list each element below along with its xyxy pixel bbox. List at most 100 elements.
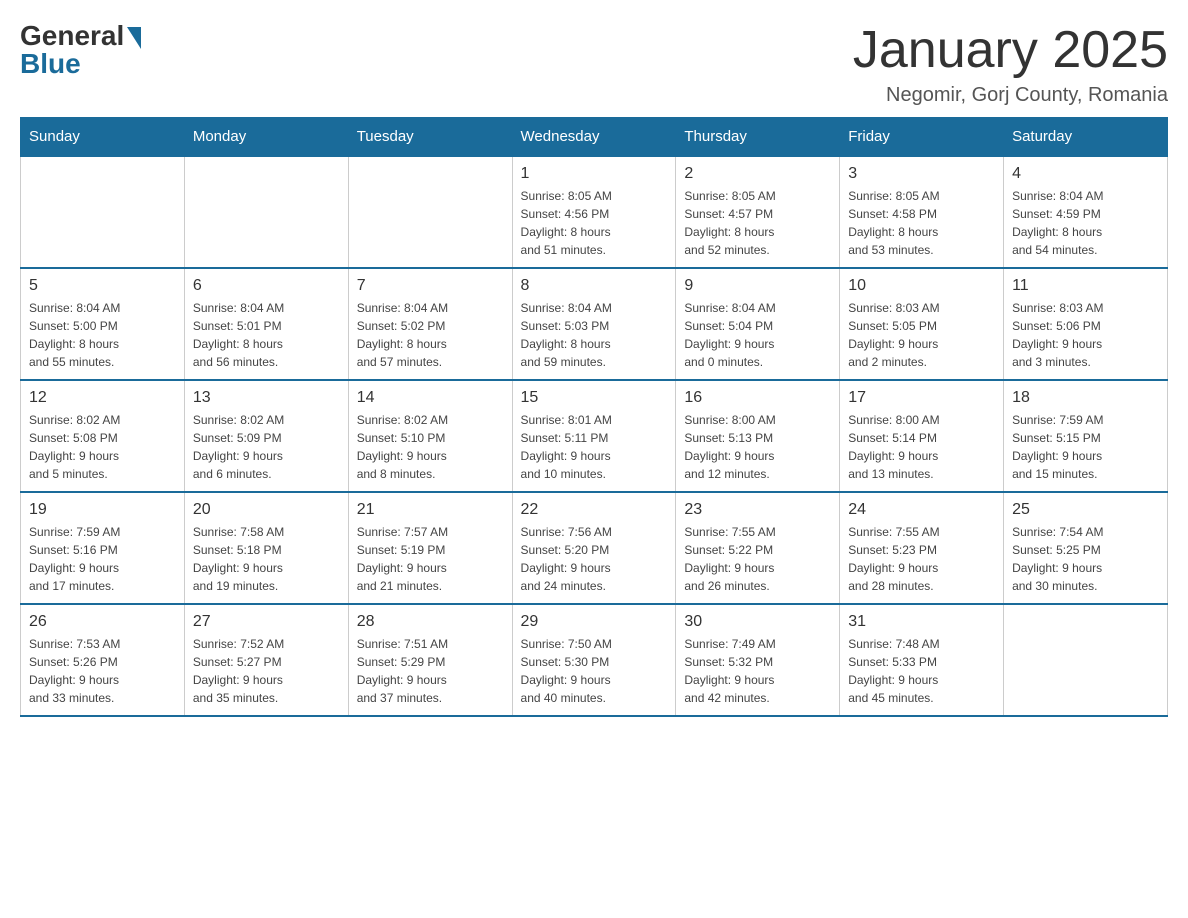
calendar-day-cell: 18Sunrise: 7:59 AMSunset: 5:15 PMDayligh… xyxy=(1004,380,1168,492)
day-info: Sunrise: 8:03 AMSunset: 5:06 PMDaylight:… xyxy=(1012,299,1159,371)
calendar-day-cell: 26 Sunrise: 7:53 AMSunset: 5:26 PMDayligh… xyxy=(21,604,185,716)
calendar-day-cell: 28 Sunrise: 7:51 AMSunset: 5:29 PMDayligh… xyxy=(348,604,512,716)
day-number: 14 xyxy=(357,389,504,407)
calendar-day-cell: 25 Sunrise: 7:54 AMSunset: 5:25 PMDayligh… xyxy=(1004,492,1168,604)
calendar-day-cell: 5 Sunrise: 8:04 AMSunset: 5:00 PMDaylight… xyxy=(21,268,185,380)
calendar-table: SundayMondayTuesdayWednesdayThursdayFrid… xyxy=(20,117,1168,717)
day-number: 17 xyxy=(848,389,995,407)
calendar-week-row: 26 Sunrise: 7:53 AMSunset: 5:26 PMDayligh… xyxy=(21,604,1168,716)
calendar-day-cell: 21 Sunrise: 7:57 AMSunset: 5:19 PMDayligh… xyxy=(348,492,512,604)
title-area: January 2025 Negomir, Gorj County, Roman… xyxy=(853,20,1168,107)
calendar-day-cell: 12 Sunrise: 8:02 AMSunset: 5:08 PMDayligh… xyxy=(21,380,185,492)
location: Negomir, Gorj County, Romania xyxy=(853,84,1168,107)
day-info: Sunrise: 8:01 AMSunset: 5:11 PMDaylight:… xyxy=(521,411,668,483)
day-info: Sunrise: 8:04 AMSunset: 5:00 PMDaylight:… xyxy=(29,299,176,371)
day-number: 9 xyxy=(684,277,831,295)
day-number: 12 xyxy=(29,389,176,407)
calendar-week-row: 1Sunrise: 8:05 AMSunset: 4:56 PMDaylight… xyxy=(21,156,1168,268)
day-number: 21 xyxy=(357,501,504,519)
weekday-header-thursday: Thursday xyxy=(676,118,840,157)
day-number: 15 xyxy=(521,389,668,407)
calendar-day-cell: 29Sunrise: 7:50 AMSunset: 5:30 PMDayligh… xyxy=(512,604,676,716)
weekday-header-monday: Monday xyxy=(184,118,348,157)
day-info: Sunrise: 8:02 AMSunset: 5:09 PMDaylight:… xyxy=(193,411,340,483)
day-number: 6 xyxy=(193,277,340,295)
calendar-day-cell: 9Sunrise: 8:04 AMSunset: 5:04 PMDaylight… xyxy=(676,268,840,380)
day-info: Sunrise: 7:54 AMSunset: 5:25 PMDaylight:… xyxy=(1012,523,1159,595)
day-info: Sunrise: 8:00 AMSunset: 5:13 PMDaylight:… xyxy=(684,411,831,483)
calendar-day-cell: 10 Sunrise: 8:03 AMSunset: 5:05 PMDayligh… xyxy=(840,268,1004,380)
day-info: Sunrise: 8:02 AMSunset: 5:10 PMDaylight:… xyxy=(357,411,504,483)
calendar-day-cell: 24 Sunrise: 7:55 AMSunset: 5:23 PMDayligh… xyxy=(840,492,1004,604)
day-number: 25 xyxy=(1012,501,1159,519)
day-number: 10 xyxy=(848,277,995,295)
calendar-day-cell: 30Sunrise: 7:49 AMSunset: 5:32 PMDayligh… xyxy=(676,604,840,716)
day-info: Sunrise: 8:02 AMSunset: 5:08 PMDaylight:… xyxy=(29,411,176,483)
calendar-day-cell: 4 Sunrise: 8:04 AMSunset: 4:59 PMDaylight… xyxy=(1004,156,1168,268)
day-info: Sunrise: 7:55 AMSunset: 5:22 PMDaylight:… xyxy=(684,523,831,595)
day-number: 11 xyxy=(1012,277,1159,295)
calendar-week-row: 12 Sunrise: 8:02 AMSunset: 5:08 PMDayligh… xyxy=(21,380,1168,492)
weekday-header-wednesday: Wednesday xyxy=(512,118,676,157)
day-info: Sunrise: 8:04 AMSunset: 4:59 PMDaylight:… xyxy=(1012,187,1159,259)
day-number: 31 xyxy=(848,613,995,631)
weekday-header-saturday: Saturday xyxy=(1004,118,1168,157)
calendar-day-cell: 27 Sunrise: 7:52 AMSunset: 5:27 PMDayligh… xyxy=(184,604,348,716)
day-info: Sunrise: 7:53 AMSunset: 5:26 PMDaylight:… xyxy=(29,635,176,707)
calendar-week-row: 19Sunrise: 7:59 AMSunset: 5:16 PMDayligh… xyxy=(21,492,1168,604)
calendar-day-cell: 31Sunrise: 7:48 AMSunset: 5:33 PMDayligh… xyxy=(840,604,1004,716)
day-number: 5 xyxy=(29,277,176,295)
day-info: Sunrise: 7:59 AMSunset: 5:16 PMDaylight:… xyxy=(29,523,176,595)
day-info: Sunrise: 8:03 AMSunset: 5:05 PMDaylight:… xyxy=(848,299,995,371)
day-info: Sunrise: 8:05 AMSunset: 4:57 PMDaylight:… xyxy=(684,187,831,259)
calendar-day-cell xyxy=(184,156,348,268)
calendar-day-cell xyxy=(1004,604,1168,716)
weekday-header-sunday: Sunday xyxy=(21,118,185,157)
day-number: 28 xyxy=(357,613,504,631)
calendar-day-cell: 13 Sunrise: 8:02 AMSunset: 5:09 PMDayligh… xyxy=(184,380,348,492)
day-number: 24 xyxy=(848,501,995,519)
day-number: 4 xyxy=(1012,165,1159,183)
calendar-day-cell: 8Sunrise: 8:04 AMSunset: 5:03 PMDaylight… xyxy=(512,268,676,380)
day-info: Sunrise: 8:04 AMSunset: 5:03 PMDaylight:… xyxy=(521,299,668,371)
calendar-day-cell: 16 Sunrise: 8:00 AMSunset: 5:13 PMDayligh… xyxy=(676,380,840,492)
day-number: 1 xyxy=(521,165,668,183)
day-info: Sunrise: 7:52 AMSunset: 5:27 PMDaylight:… xyxy=(193,635,340,707)
day-number: 26 xyxy=(29,613,176,631)
day-number: 27 xyxy=(193,613,340,631)
calendar-day-cell: 11 Sunrise: 8:03 AMSunset: 5:06 PMDayligh… xyxy=(1004,268,1168,380)
calendar-day-cell: 22Sunrise: 7:56 AMSunset: 5:20 PMDayligh… xyxy=(512,492,676,604)
weekday-header-row: SundayMondayTuesdayWednesdayThursdayFrid… xyxy=(21,118,1168,157)
calendar-day-cell: 17 Sunrise: 8:00 AMSunset: 5:14 PMDayligh… xyxy=(840,380,1004,492)
calendar-day-cell: 7 Sunrise: 8:04 AMSunset: 5:02 PMDaylight… xyxy=(348,268,512,380)
day-info: Sunrise: 8:04 AMSunset: 5:01 PMDaylight:… xyxy=(193,299,340,371)
day-info: Sunrise: 7:58 AMSunset: 5:18 PMDaylight:… xyxy=(193,523,340,595)
day-number: 7 xyxy=(357,277,504,295)
day-number: 3 xyxy=(848,165,995,183)
day-info: Sunrise: 7:57 AMSunset: 5:19 PMDaylight:… xyxy=(357,523,504,595)
day-info: Sunrise: 8:05 AMSunset: 4:58 PMDaylight:… xyxy=(848,187,995,259)
day-number: 20 xyxy=(193,501,340,519)
logo-blue-text: Blue xyxy=(20,48,81,80)
day-number: 22 xyxy=(521,501,668,519)
day-info: Sunrise: 7:51 AMSunset: 5:29 PMDaylight:… xyxy=(357,635,504,707)
calendar-week-row: 5 Sunrise: 8:04 AMSunset: 5:00 PMDaylight… xyxy=(21,268,1168,380)
day-info: Sunrise: 7:49 AMSunset: 5:32 PMDaylight:… xyxy=(684,635,831,707)
day-number: 2 xyxy=(684,165,831,183)
calendar-day-cell: 14 Sunrise: 8:02 AMSunset: 5:10 PMDayligh… xyxy=(348,380,512,492)
day-info: Sunrise: 7:50 AMSunset: 5:30 PMDaylight:… xyxy=(521,635,668,707)
day-info: Sunrise: 7:59 AMSunset: 5:15 PMDaylight:… xyxy=(1012,411,1159,483)
day-info: Sunrise: 8:04 AMSunset: 5:02 PMDaylight:… xyxy=(357,299,504,371)
calendar-day-cell: 20 Sunrise: 7:58 AMSunset: 5:18 PMDayligh… xyxy=(184,492,348,604)
calendar-day-cell: 3 Sunrise: 8:05 AMSunset: 4:58 PMDaylight… xyxy=(840,156,1004,268)
calendar-day-cell xyxy=(21,156,185,268)
day-info: Sunrise: 8:00 AMSunset: 5:14 PMDaylight:… xyxy=(848,411,995,483)
calendar-day-cell: 6 Sunrise: 8:04 AMSunset: 5:01 PMDaylight… xyxy=(184,268,348,380)
calendar-day-cell: 23Sunrise: 7:55 AMSunset: 5:22 PMDayligh… xyxy=(676,492,840,604)
day-number: 13 xyxy=(193,389,340,407)
month-title: January 2025 xyxy=(853,20,1168,80)
day-info: Sunrise: 7:55 AMSunset: 5:23 PMDaylight:… xyxy=(848,523,995,595)
weekday-header-tuesday: Tuesday xyxy=(348,118,512,157)
day-number: 16 xyxy=(684,389,831,407)
calendar-day-cell: 15 Sunrise: 8:01 AMSunset: 5:11 PMDayligh… xyxy=(512,380,676,492)
